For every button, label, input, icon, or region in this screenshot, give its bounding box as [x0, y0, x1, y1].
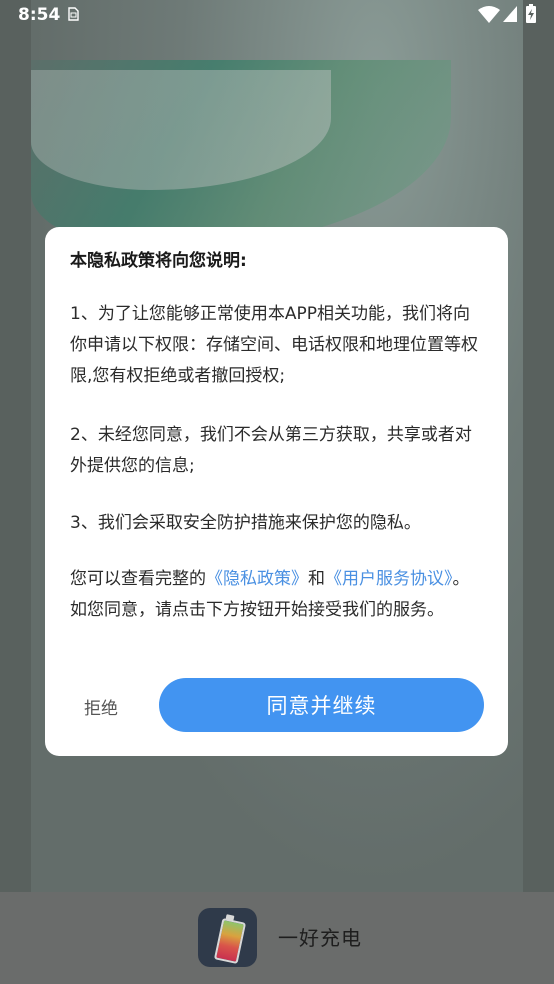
battery-app-icon — [198, 908, 257, 967]
privacy-dialog: 本隐私政策将向您说明: 1、为了让您能够正常使用本APP相关功能，我们将向你申请… — [45, 227, 508, 756]
battery-charging-icon — [526, 4, 536, 23]
agreement-and: 和 — [308, 569, 325, 589]
cell-signal-icon — [503, 6, 517, 22]
agreement-prefix: 您可以查看完整的 — [70, 569, 206, 589]
security-paragraph: 3、我们会采取安全防护措施来保护您的隐私。 — [70, 513, 421, 533]
sim-card-icon — [68, 7, 79, 21]
reject-button[interactable]: 拒绝 — [84, 689, 146, 723]
agree-continue-button[interactable]: 同意并继续 — [159, 678, 484, 732]
app-name: 一好充电 — [278, 926, 362, 950]
dialog-title: 本隐私政策将向您说明: — [70, 251, 247, 271]
third-party-paragraph: 2、未经您同意，我们不会从第三方获取，共享或者对外提供您的信息; — [70, 425, 472, 476]
privacy-policy-link[interactable]: 《隐私政策》 — [206, 569, 308, 589]
wifi-icon — [478, 6, 500, 23]
permission-paragraph: 1、为了让您能够正常使用本APP相关功能，我们将向你申请以下权限：存储空间、电话… — [70, 304, 478, 386]
splash-bottom-bar — [0, 892, 554, 984]
agreement-paragraph: 您可以查看完整的《隐私政策》和《用户服务协议》。如您同意，请点击下方按钮开始接受… — [70, 564, 485, 626]
status-bar: 8:54 — [0, 0, 554, 32]
status-time: 8:54 — [18, 5, 61, 25]
user-agreement-link[interactable]: 《用户服务协议》 — [325, 569, 453, 589]
